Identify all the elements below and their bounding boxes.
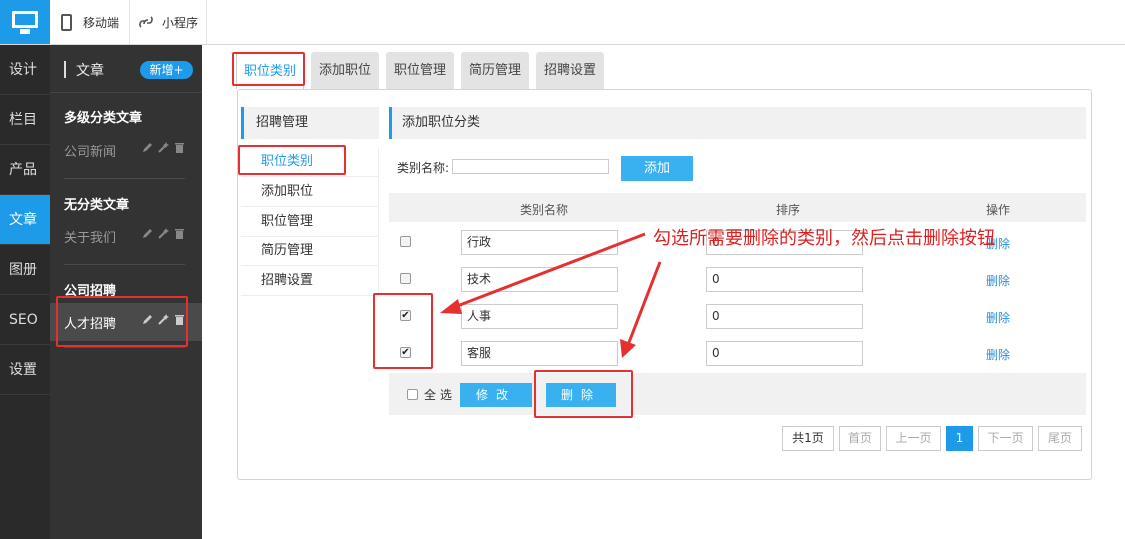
annotation-text: 勾选所需要删除的类别，然后点击删除按钮 bbox=[653, 228, 995, 249]
annotation-arrows bbox=[440, 232, 662, 358]
